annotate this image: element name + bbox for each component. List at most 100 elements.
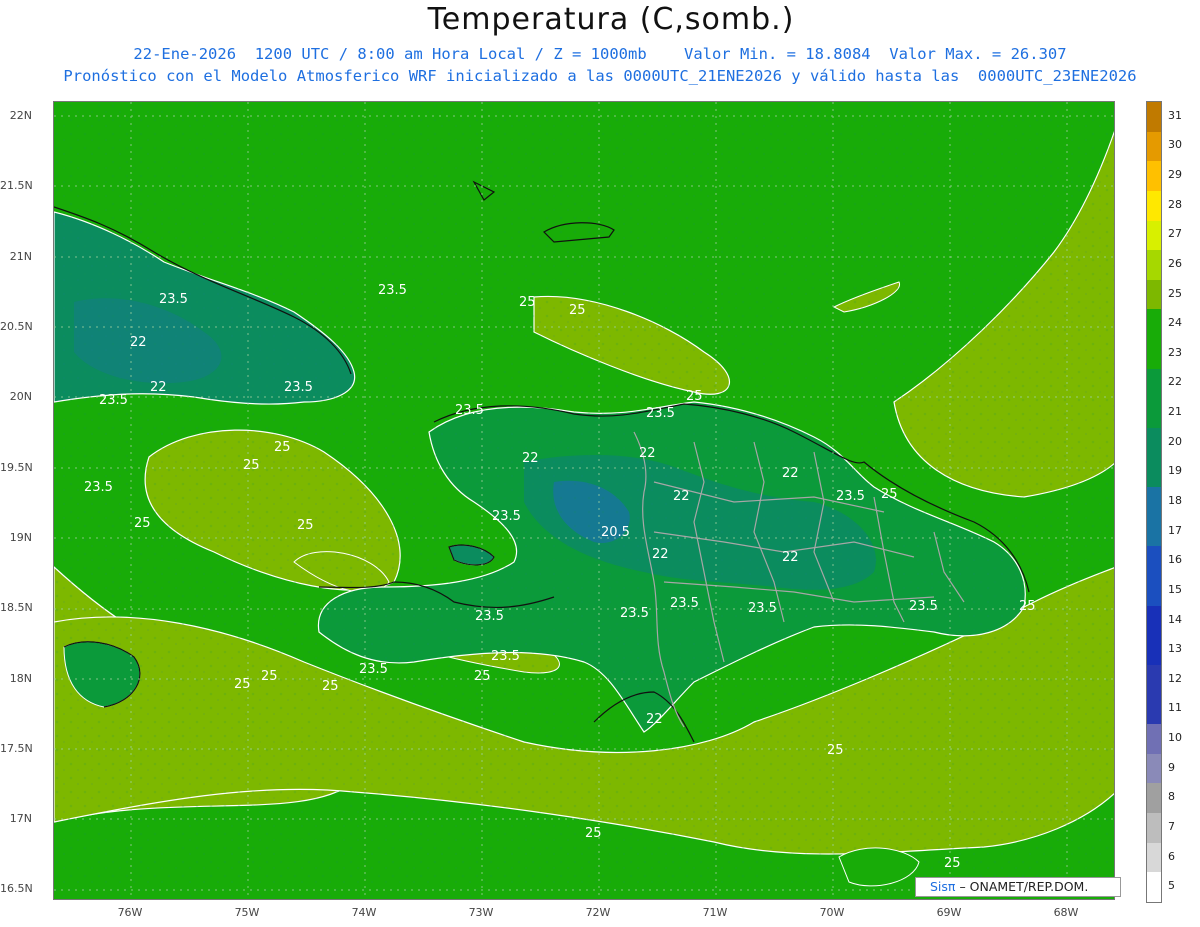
legend-swatch <box>1147 872 1161 903</box>
brand-prefix: Sis <box>930 879 948 894</box>
contour-label: 23.5 <box>620 606 649 621</box>
contour-label: 22 <box>782 550 799 565</box>
lat-label: 18.5N <box>0 601 33 614</box>
legend-value: 12 <box>1168 671 1182 685</box>
contour-label: 25 <box>134 516 151 531</box>
lat-label: 21.5N <box>0 179 33 192</box>
contour-label: 23.5 <box>670 596 699 611</box>
contour-label: 23.5 <box>284 380 313 395</box>
legend-swatch <box>1147 605 1161 636</box>
lat-label: 17.5N <box>0 742 33 755</box>
legend-value: 10 <box>1168 731 1182 745</box>
legend-value: 22 <box>1168 375 1182 389</box>
legend-value: 26 <box>1168 256 1182 270</box>
lat-label: 20N <box>9 390 32 403</box>
legend-value: 16 <box>1168 553 1182 567</box>
contour-label: 25 <box>243 458 260 473</box>
legend-swatch <box>1147 664 1161 696</box>
contour-label: 23.5 <box>99 393 128 408</box>
temperature-map: 25 25 25 25 25 25 25 25 25 25 25 25 25 2… <box>53 101 1115 900</box>
lon-label: 72W <box>585 906 611 919</box>
contour-label: 25 <box>1019 599 1036 614</box>
legend-swatch <box>1147 309 1161 340</box>
contour-label: 23.5 <box>159 292 188 307</box>
contour-label: 23.5 <box>836 489 865 504</box>
legend-value: 23 <box>1168 345 1182 359</box>
contour-label: 23.5 <box>455 403 484 418</box>
legend-swatch <box>1147 753 1161 784</box>
lat-label: 20.5N <box>0 320 33 333</box>
contour-label: 25 <box>274 440 291 455</box>
legend-swatch <box>1147 279 1161 310</box>
legend-value: 28 <box>1168 197 1182 211</box>
lon-label: 70W <box>819 906 845 919</box>
contour-label: 20.5 <box>601 525 630 540</box>
legend-value: 6 <box>1168 849 1175 863</box>
contour-label: 22 <box>522 451 539 466</box>
contour-label: 25 <box>234 677 251 692</box>
legend-swatch <box>1147 576 1161 607</box>
brand-pi: π <box>947 879 956 894</box>
legend-value: 24 <box>1168 316 1182 330</box>
legend-value: 13 <box>1168 642 1182 656</box>
lat-label: 21N <box>9 250 32 263</box>
lon-label: 69W <box>936 906 962 919</box>
contour-label: 22 <box>673 489 690 504</box>
contour-label: 25 <box>827 743 844 758</box>
legend-swatch <box>1147 487 1161 518</box>
lon-label: 68W <box>1053 906 1079 919</box>
contour-label: 25 <box>944 856 961 871</box>
legend-value: 31 <box>1168 108 1182 122</box>
legend-swatch <box>1147 694 1161 725</box>
contour-label: 25 <box>686 389 703 404</box>
legend-value: 7 <box>1168 819 1175 833</box>
contour-label: 22 <box>782 466 799 481</box>
lat-label: 17N <box>9 812 32 825</box>
contour-label: 25 <box>322 679 339 694</box>
legend-swatch <box>1147 427 1161 459</box>
legend-swatch <box>1147 368 1161 399</box>
contour-label: 25 <box>474 669 491 684</box>
legend-swatch <box>1147 250 1161 281</box>
legend-swatch <box>1147 724 1161 755</box>
legend-value: 30 <box>1168 138 1182 152</box>
legend-swatch <box>1147 398 1161 429</box>
legend-swatch <box>1147 220 1161 251</box>
contour-label: 23.5 <box>475 609 504 624</box>
legend-value: 8 <box>1168 790 1175 804</box>
legend-value: 9 <box>1168 760 1175 774</box>
color-scale-legend <box>1146 101 1162 903</box>
contour-label: 23.5 <box>492 509 521 524</box>
lon-label: 75W <box>234 906 260 919</box>
contour-label: 25 <box>261 669 278 684</box>
legend-swatch <box>1147 131 1161 162</box>
contour-label: 25 <box>297 518 314 533</box>
contour-label: 22 <box>150 380 167 395</box>
contour-label: 22 <box>639 446 656 461</box>
contour-label: 25 <box>881 487 898 502</box>
contour-label: 23.5 <box>359 662 388 677</box>
contour-label: 25 <box>569 303 586 318</box>
lat-label: 22N <box>9 109 32 122</box>
contour-label: 23.5 <box>378 283 407 298</box>
lat-label: 18N <box>9 672 32 685</box>
lat-label: 16.5N <box>0 882 33 895</box>
legend-value: 17 <box>1168 523 1182 537</box>
valid-time-subtitle: 22-Ene-2026 1200 UTC / 8:00 am Hora Loca… <box>133 45 1067 63</box>
legend-swatch <box>1147 516 1161 547</box>
legend-value: 19 <box>1168 464 1182 478</box>
legend-value: 29 <box>1168 168 1182 182</box>
onamet-credit: Sisπ – ONAMET/REP.DOM. <box>915 877 1121 897</box>
legend-value: 21 <box>1168 405 1182 419</box>
model-run-subtitle: Pronóstico con el Modelo Atmosferico WRF… <box>63 67 1137 85</box>
legend-swatch <box>1147 161 1161 192</box>
legend-swatch <box>1147 842 1161 873</box>
contour-label: 25 <box>585 826 602 841</box>
legend-swatch <box>1147 813 1161 844</box>
lon-label: 76W <box>117 906 143 919</box>
legend-swatch <box>1147 339 1161 370</box>
legend-swatch <box>1147 102 1161 133</box>
brand-suffix: – ONAMET/REP.DOM. <box>959 879 1089 894</box>
legend-swatch <box>1147 783 1161 814</box>
lon-label: 71W <box>702 906 728 919</box>
